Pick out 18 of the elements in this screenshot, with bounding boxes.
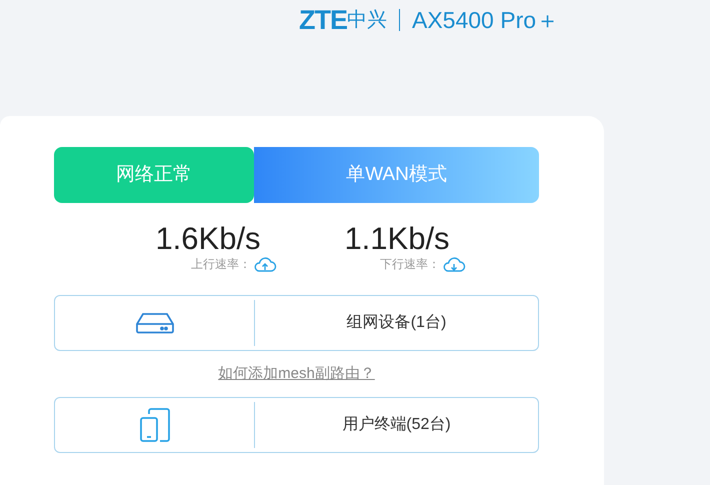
- device-card[interactable]: 组网设备(1台): [54, 295, 539, 351]
- speed-label: 上行速率：: [191, 256, 251, 273]
- wan-mode: 单WAN模式: [254, 147, 539, 203]
- download-cloud-icon: [442, 255, 466, 273]
- speed-value: 1.6Kb/s: [155, 221, 261, 257]
- brand-logo-chinese: 中兴: [347, 8, 387, 33]
- speed-value: 1.1Kb/s: [344, 221, 450, 257]
- brand-logo: ZTE: [299, 4, 347, 37]
- router-icon: [134, 312, 174, 334]
- device-card[interactable]: 用户终端(52台): [54, 397, 539, 453]
- speed-label: 下行速率：: [380, 256, 440, 273]
- help-link[interactable]: 如何添加mesh副路由？: [218, 351, 375, 397]
- device-count-label: 用户终端(52台): [342, 414, 451, 435]
- device-count-label: 组网设备(1台): [346, 313, 446, 333]
- devices-icon: [138, 408, 170, 442]
- model-name: AX5400 Pro＋: [412, 6, 560, 35]
- network-status: 网络正常: [54, 147, 254, 203]
- upload-cloud-icon: [253, 255, 277, 273]
